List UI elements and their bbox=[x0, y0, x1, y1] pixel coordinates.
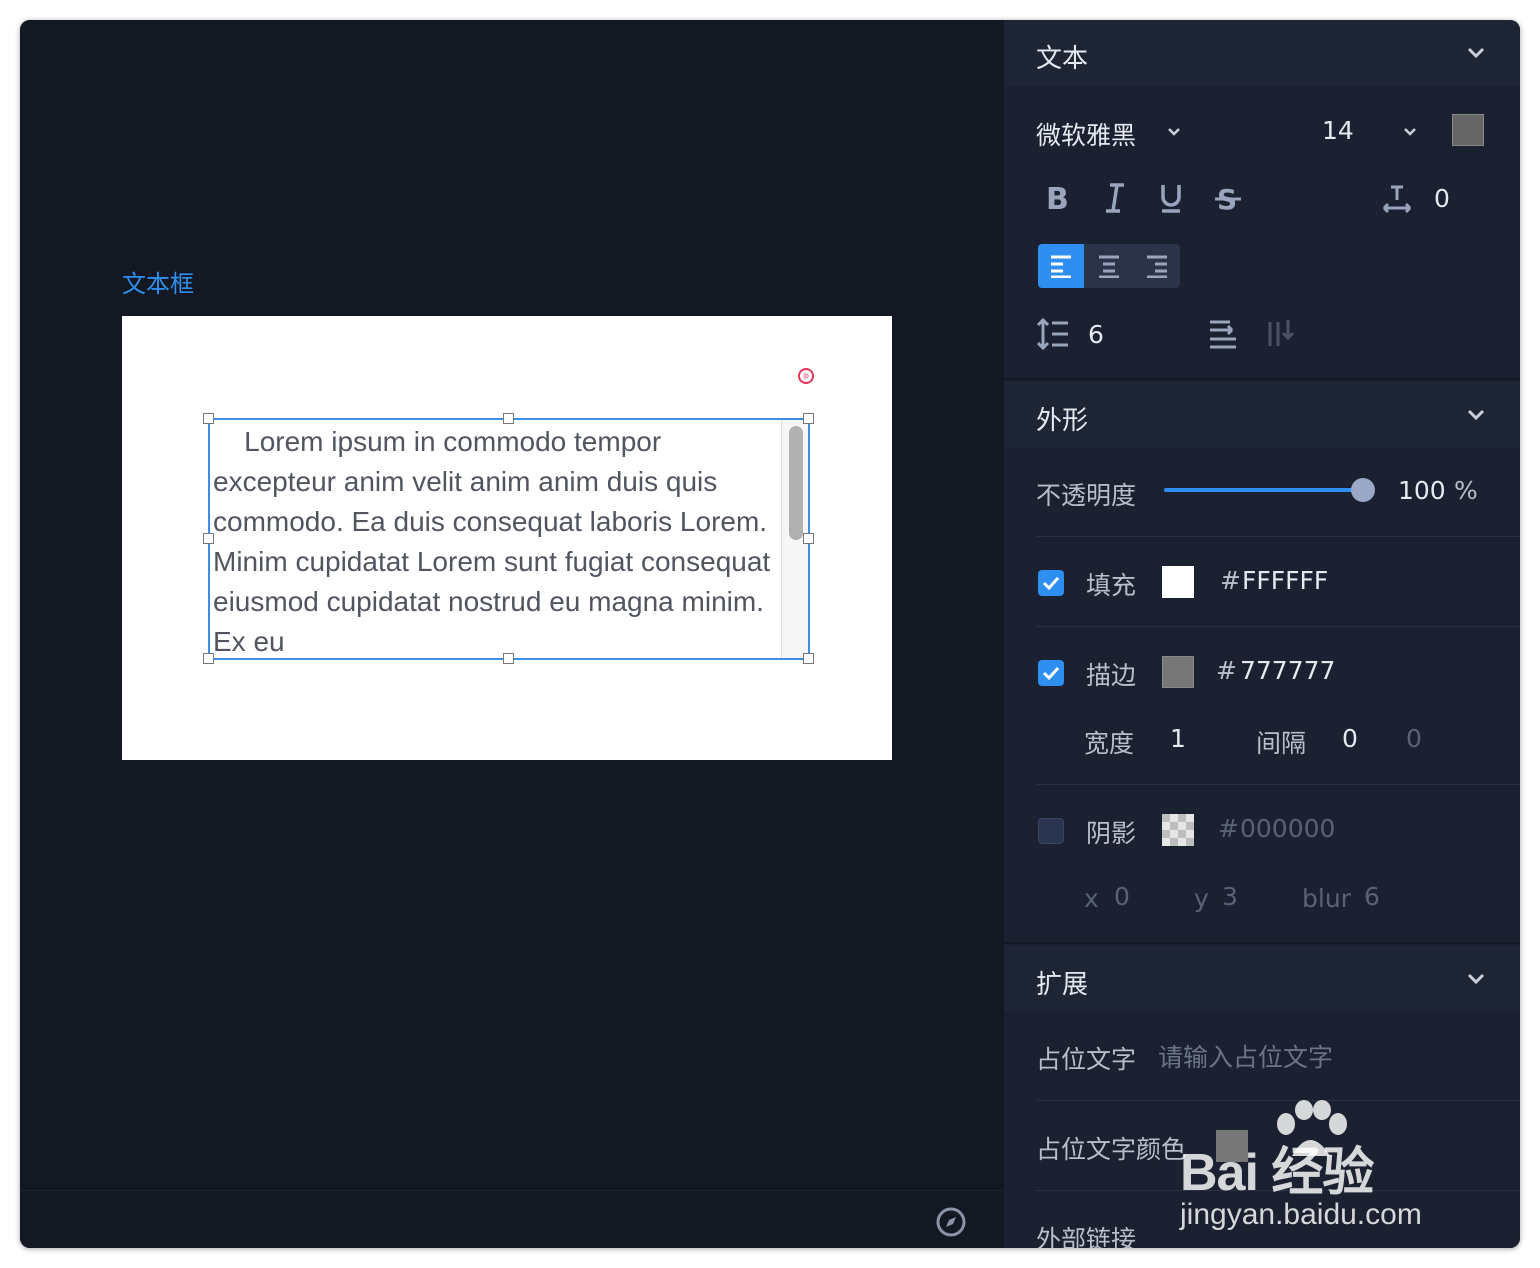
shadow-x-label: x bbox=[1084, 884, 1099, 913]
extend-section-header[interactable]: 扩展 bbox=[1004, 946, 1520, 1012]
resize-handle-bottom[interactable] bbox=[503, 653, 514, 664]
shadow-y-input[interactable]: 3 bbox=[1222, 882, 1238, 911]
paragraph-spacing-icon[interactable] bbox=[1208, 318, 1238, 350]
chevron-down-icon[interactable] bbox=[1466, 968, 1486, 988]
shadow-color-swatch[interactable] bbox=[1162, 814, 1194, 846]
align-right-button[interactable] bbox=[1134, 244, 1180, 288]
rotate-handle[interactable] bbox=[798, 368, 814, 384]
stroke-gap-input[interactable]: 0 bbox=[1342, 724, 1358, 753]
text-color-swatch[interactable] bbox=[1452, 114, 1484, 146]
baidu-watermark: Bai 经验 jingyan.baidu.com bbox=[1160, 1100, 1480, 1240]
underline-icon[interactable] bbox=[1158, 182, 1184, 214]
align-center-icon bbox=[1099, 255, 1119, 278]
resize-handle-bottom-left[interactable] bbox=[203, 653, 214, 664]
external-link-label: 外部链接 bbox=[1036, 1225, 1137, 1248]
section-divider bbox=[1004, 942, 1520, 944]
watermark-url: jingyan.baidu.com bbox=[1180, 1198, 1422, 1231]
extend-section-title: 扩展 bbox=[1036, 970, 1089, 1000]
resize-handle-left[interactable] bbox=[203, 533, 214, 544]
row-divider bbox=[1036, 784, 1520, 785]
canvas-footer bbox=[20, 1190, 1004, 1248]
svg-text:B: B bbox=[1046, 182, 1069, 214]
chevron-down-icon[interactable] bbox=[1166, 124, 1182, 140]
stroke-gap-input-secondary[interactable]: 0 bbox=[1406, 724, 1422, 753]
bold-icon[interactable]: B bbox=[1044, 182, 1070, 214]
align-right-icon bbox=[1147, 255, 1167, 278]
fill-label: 填充 bbox=[1086, 571, 1137, 600]
resize-handle-top[interactable] bbox=[503, 413, 514, 424]
text-align-group bbox=[1038, 244, 1180, 288]
check-icon bbox=[1042, 666, 1060, 681]
shape-section-header[interactable]: 外形 bbox=[1004, 382, 1520, 448]
canvas-area[interactable]: 文本框 Lorem ipsum in commodo tempor except… bbox=[20, 20, 1004, 1248]
shadow-hex-input[interactable]: 000000 bbox=[1240, 814, 1335, 843]
opacity-slider-thumb[interactable] bbox=[1351, 478, 1375, 502]
compass-icon[interactable] bbox=[936, 1207, 966, 1237]
placeholder-label: 占位文字 bbox=[1036, 1045, 1137, 1074]
textbox-content[interactable]: Lorem ipsum in commodo tempor excepteur … bbox=[213, 422, 783, 656]
resize-handle-right[interactable] bbox=[803, 533, 814, 544]
app-window: 文本框 Lorem ipsum in commodo tempor except… bbox=[20, 20, 1520, 1248]
fill-hash: # bbox=[1220, 566, 1241, 595]
shadow-hash: # bbox=[1218, 814, 1239, 843]
stroke-label: 描边 bbox=[1086, 661, 1137, 690]
shape-section-title: 外形 bbox=[1036, 406, 1089, 436]
textbox-widget[interactable]: Lorem ipsum in commodo tempor excepteur … bbox=[208, 418, 810, 660]
chevron-down-icon[interactable] bbox=[1466, 42, 1486, 62]
strikethrough-icon[interactable]: S bbox=[1214, 182, 1242, 214]
stroke-width-label: 宽度 bbox=[1084, 729, 1135, 758]
artboard[interactable]: Lorem ipsum in commodo tempor excepteur … bbox=[122, 316, 892, 760]
italic-icon[interactable] bbox=[1102, 182, 1128, 214]
fill-color-swatch[interactable] bbox=[1162, 566, 1194, 598]
check-icon bbox=[1042, 576, 1060, 591]
fill-checkbox[interactable] bbox=[1038, 570, 1064, 596]
properties-panel: 文本 微软雅黑 14 B S 0 6 外形 不透明度 100 % 填充 # FF… bbox=[1004, 20, 1520, 1248]
fill-hex-input[interactable]: FFFFFF bbox=[1242, 566, 1328, 595]
textbox-scroll-thumb[interactable] bbox=[789, 426, 803, 540]
text-section-title: 文本 bbox=[1036, 44, 1089, 74]
widget-type-label: 文本框 bbox=[122, 270, 194, 298]
resize-handle-top-left[interactable] bbox=[203, 413, 214, 424]
text-section-header[interactable]: 文本 bbox=[1004, 20, 1520, 86]
opacity-slider[interactable] bbox=[1164, 488, 1364, 492]
chevron-down-icon[interactable] bbox=[1402, 124, 1418, 140]
opacity-label: 不透明度 bbox=[1036, 481, 1137, 510]
vertical-align-icon[interactable] bbox=[1266, 318, 1296, 350]
font-family-select[interactable]: 微软雅黑 bbox=[1036, 116, 1136, 152]
line-height-icon[interactable] bbox=[1036, 318, 1070, 350]
stroke-width-input[interactable]: 1 bbox=[1170, 724, 1186, 753]
stroke-checkbox[interactable] bbox=[1038, 660, 1064, 686]
watermark-brand: Bai 经验 bbox=[1180, 1144, 1374, 1202]
opacity-value[interactable]: 100 bbox=[1398, 476, 1446, 505]
shadow-y-label: y bbox=[1194, 884, 1209, 913]
letter-spacing-value[interactable]: 0 bbox=[1434, 184, 1450, 213]
row-divider bbox=[1036, 626, 1520, 627]
shadow-label: 阴影 bbox=[1086, 819, 1137, 848]
stroke-color-swatch[interactable] bbox=[1162, 656, 1194, 688]
line-height-value[interactable]: 6 bbox=[1088, 320, 1104, 349]
resize-handle-bottom-right[interactable] bbox=[803, 653, 814, 664]
font-size-select[interactable]: 14 bbox=[1322, 116, 1354, 145]
shadow-blur-label: blur bbox=[1302, 884, 1351, 913]
stroke-hash: # bbox=[1216, 656, 1237, 685]
align-left-icon bbox=[1051, 255, 1071, 278]
row-divider bbox=[1036, 536, 1520, 537]
stroke-gap-label: 间隔 bbox=[1256, 729, 1307, 758]
chevron-down-icon[interactable] bbox=[1466, 404, 1486, 424]
shadow-x-input[interactable]: 0 bbox=[1114, 882, 1130, 911]
section-divider bbox=[1004, 378, 1520, 380]
resize-handle-top-right[interactable] bbox=[803, 413, 814, 424]
placeholder-input[interactable]: 请输入占位文字 bbox=[1158, 1038, 1333, 1074]
opacity-unit: % bbox=[1454, 476, 1478, 505]
stroke-hex-input[interactable]: 777777 bbox=[1240, 656, 1335, 685]
letter-spacing-icon[interactable] bbox=[1382, 184, 1412, 214]
shadow-blur-input[interactable]: 6 bbox=[1364, 882, 1380, 911]
align-center-button[interactable] bbox=[1086, 244, 1132, 288]
align-left-button[interactable] bbox=[1038, 244, 1084, 288]
shadow-checkbox[interactable] bbox=[1038, 818, 1064, 844]
